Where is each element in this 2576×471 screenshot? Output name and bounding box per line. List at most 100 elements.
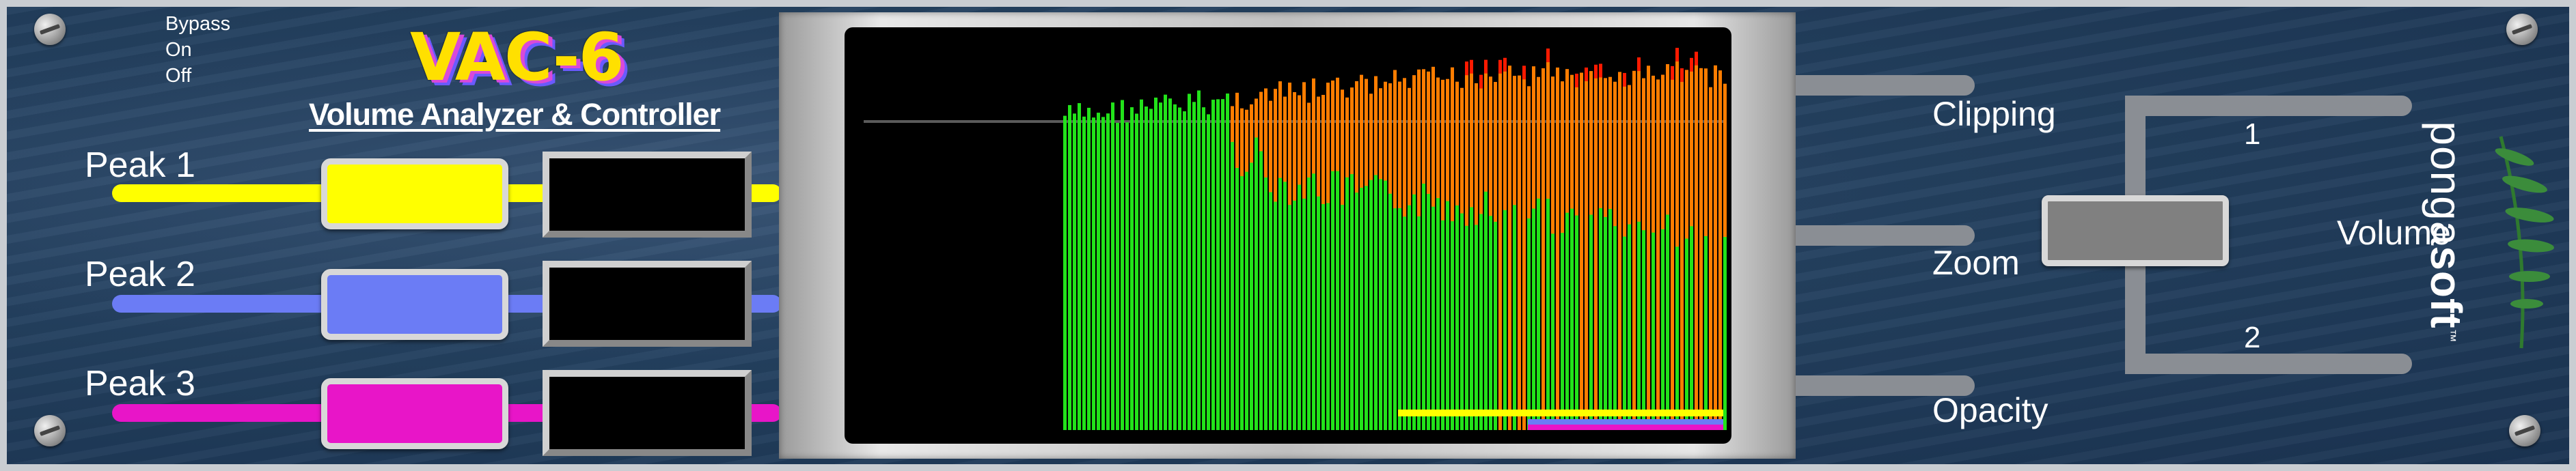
level-bar-segment bbox=[1393, 208, 1397, 430]
level-bar-segment bbox=[1671, 79, 1674, 431]
screw-icon bbox=[34, 14, 66, 45]
level-bar-segment bbox=[1125, 144, 1129, 430]
peak-1-value-display bbox=[543, 152, 752, 238]
level-bar-segment bbox=[1599, 208, 1602, 430]
level-bar-segment bbox=[1680, 82, 1684, 430]
level-bar-segment bbox=[1101, 143, 1105, 431]
level-bar-segment bbox=[1585, 81, 1588, 431]
level-bar-segment bbox=[1350, 174, 1354, 430]
bypass-title: Bypass bbox=[165, 13, 231, 35]
level-bar-segment bbox=[1154, 168, 1157, 430]
peak-2-color-slider[interactable] bbox=[321, 269, 508, 340]
level-bar-segment bbox=[1298, 184, 1301, 430]
level-bar-segment bbox=[1542, 68, 1545, 431]
level-bar-segment bbox=[1159, 151, 1162, 430]
level-bar-segment bbox=[1173, 146, 1177, 430]
level-bar-segment bbox=[1465, 225, 1468, 430]
level-bars bbox=[1063, 48, 1727, 431]
level-bar-segment bbox=[1092, 139, 1095, 430]
level-bar-segment bbox=[1714, 65, 1717, 430]
volume-bracket-top[interactable] bbox=[2125, 96, 2412, 116]
volume-option-2[interactable]: 2 bbox=[2244, 321, 2260, 355]
level-bar-segment bbox=[1321, 203, 1325, 430]
level-bar-segment bbox=[1695, 65, 1698, 430]
volume-bracket-bottom[interactable] bbox=[2125, 354, 2412, 374]
level-bar-segment bbox=[1226, 146, 1229, 430]
level-bar-segment bbox=[1570, 208, 1574, 430]
level-bar-segment bbox=[1149, 149, 1153, 430]
level-bar-segment bbox=[1183, 163, 1186, 430]
brand-name-light: ponga bbox=[2422, 121, 2471, 246]
peak-1-trace bbox=[1398, 410, 1723, 416]
level-bar-segment bbox=[1455, 205, 1459, 430]
peak-3-color-slider[interactable] bbox=[321, 378, 508, 449]
level-bar-segment bbox=[1527, 218, 1531, 430]
level-bar-segment bbox=[1666, 214, 1669, 430]
level-bar-segment bbox=[1326, 203, 1330, 430]
level-bar-segment bbox=[1580, 72, 1583, 431]
bypass-on-option[interactable]: On bbox=[165, 37, 192, 63]
level-bar-segment bbox=[1690, 226, 1693, 430]
scope-graph bbox=[864, 48, 1727, 431]
level-bar-segment bbox=[1178, 153, 1181, 430]
peak-1-color-slider[interactable] bbox=[321, 158, 508, 229]
level-bar-segment bbox=[1264, 177, 1268, 430]
level-bar-segment bbox=[1604, 216, 1607, 430]
level-bar-segment bbox=[1513, 205, 1516, 430]
level-bar-segment bbox=[1121, 154, 1124, 430]
level-bar-segment bbox=[1608, 209, 1612, 430]
level-bar-segment bbox=[1255, 137, 1258, 430]
level-bar-segment bbox=[1307, 177, 1311, 430]
level-bar-segment bbox=[1479, 214, 1483, 430]
level-bar-segment bbox=[1484, 191, 1488, 430]
volume-option-1[interactable]: 1 bbox=[2244, 117, 2260, 152]
clipping-label: Clipping bbox=[1932, 95, 2056, 133]
clipping-slider-rail[interactable] bbox=[1796, 75, 1975, 96]
level-bar-segment bbox=[1360, 188, 1363, 430]
level-bar-segment bbox=[1699, 68, 1703, 431]
peak-3-value-display bbox=[543, 370, 752, 456]
level-bar-segment bbox=[1130, 159, 1134, 430]
level-bar-segment bbox=[1302, 198, 1306, 430]
level-bar-segment bbox=[1431, 206, 1435, 430]
level-bar-segment bbox=[1240, 176, 1244, 430]
level-bar-segment bbox=[1408, 205, 1411, 430]
level-bar-segment bbox=[1207, 149, 1210, 430]
level-bar-segment bbox=[1250, 162, 1253, 431]
level-bar-segment bbox=[1245, 171, 1248, 430]
level-bar-segment bbox=[1417, 216, 1421, 430]
level-bar-segment bbox=[1718, 70, 1722, 430]
level-bar-segment bbox=[1618, 72, 1621, 430]
peak-1-label: Peak 1 bbox=[85, 145, 195, 185]
level-bar-segment bbox=[1518, 75, 1521, 430]
level-bar-segment bbox=[1135, 147, 1138, 430]
level-bar-segment bbox=[1283, 182, 1287, 430]
level-bar-segment bbox=[1345, 177, 1349, 430]
level-bar-segment bbox=[1723, 237, 1727, 430]
screw-icon bbox=[34, 415, 66, 446]
level-bar-segment bbox=[1436, 198, 1440, 430]
level-bar-segment bbox=[1192, 140, 1196, 431]
plugin-logo: VAC-6 bbox=[410, 19, 624, 96]
level-bar-segment bbox=[1537, 198, 1540, 430]
bypass-off-option[interactable]: Off bbox=[165, 63, 191, 89]
level-bar-segment bbox=[1259, 151, 1263, 430]
level-bar-segment bbox=[1269, 192, 1272, 430]
level-bar-segment bbox=[1231, 141, 1234, 430]
level-bar-segment bbox=[1097, 146, 1100, 430]
level-bar-segment bbox=[1475, 225, 1478, 430]
level-bar-segment bbox=[1470, 207, 1473, 430]
volume-scope-display[interactable] bbox=[845, 27, 1731, 444]
level-bar-segment bbox=[1685, 238, 1688, 430]
level-bar-segment bbox=[1652, 232, 1655, 430]
level-bar-segment bbox=[1494, 221, 1497, 430]
level-bar-segment bbox=[1164, 174, 1167, 431]
level-bar-segment bbox=[1341, 205, 1344, 430]
level-bar-segment bbox=[1221, 154, 1224, 430]
volume-slider-thumb[interactable] bbox=[2042, 195, 2229, 266]
level-bar-segment bbox=[1379, 179, 1382, 430]
zoom-label: Zoom bbox=[1932, 244, 2020, 282]
level-bar-segment bbox=[1623, 236, 1626, 430]
level-bar-segment bbox=[1709, 87, 1712, 430]
level-bar-segment bbox=[1575, 215, 1578, 430]
